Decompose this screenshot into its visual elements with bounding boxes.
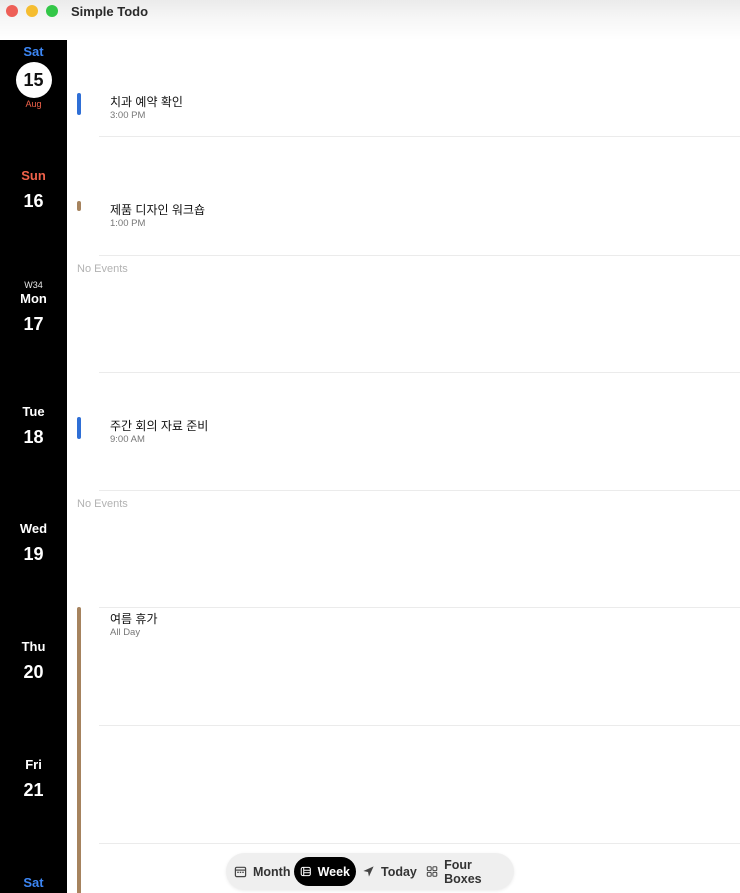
day-number: 17 [23,314,44,334]
tab-today[interactable]: Today [356,857,423,886]
event-time: 3:00 PM [110,110,146,121]
day-divider [99,607,740,608]
tab-today-label: Today [381,864,417,879]
today-date-circle: 15 [15,62,52,98]
day-divider [99,372,740,373]
event-color-bar [77,607,81,893]
day-sun-16[interactable]: Sun 16 [0,168,67,212]
view-switcher: Month Week Today Four Boxes [226,853,514,890]
day-divider [99,843,740,844]
day-divider [99,136,740,137]
event-title[interactable]: 치과 예약 확인 [110,93,183,110]
day-rail: Sat 15 Aug Sun 16 W34 Mon 17 Tue 18 Wed … [0,0,67,893]
event-title[interactable]: 여름 휴가 [110,610,158,627]
tab-week-label: Week [317,864,350,879]
day-number: 19 [23,544,44,564]
event-color-bar [77,93,81,115]
event-title[interactable]: 제품 디자인 워크숍 [110,201,205,218]
day-divider [99,725,740,726]
day-number: 21 [23,780,44,800]
day-number: 20 [23,662,44,682]
tab-four-boxes[interactable]: Four Boxes [420,857,514,886]
day-sat-15[interactable]: Sat 15 Aug [0,44,67,109]
close-window-button[interactable] [6,5,18,17]
event-title[interactable]: 주간 회의 자료 준비 [110,417,208,434]
weekday-label: Fri [25,757,42,772]
location-arrow-icon [363,866,374,877]
weekday-label: Sat [23,875,44,890]
event-color-bar [77,201,81,211]
event-time: 9:00 AM [110,434,145,445]
tab-month-label: Month [253,864,291,879]
day-number: 18 [23,427,44,447]
zoom-window-button[interactable] [46,5,58,17]
tab-week[interactable]: Week [294,857,356,886]
event-color-bar [77,417,81,439]
weekday-label: Sun [21,168,46,183]
event-time: 1:00 PM [110,218,146,229]
day-number: 16 [23,191,44,211]
no-events-label: No Events [77,263,128,275]
day-thu-20[interactable]: Thu 20 [0,639,67,683]
week-number-label: W34 [24,280,43,290]
weekday-label: Tue [22,404,45,419]
week-view-icon [300,866,311,877]
no-events-label: No Events [77,498,128,510]
event-time: All Day [110,627,141,638]
tab-month[interactable]: Month [228,857,296,886]
day-divider [99,490,740,491]
day-fri-21[interactable]: Fri 21 [0,757,67,801]
weekday-label: Sat [23,44,44,59]
day-wed-19[interactable]: Wed 19 [0,521,67,565]
weekday-label: Thu [21,639,46,654]
month-label: Aug [25,99,42,109]
weekday-label: Mon [20,291,47,306]
calendar-icon [234,866,247,878]
day-divider [99,255,740,256]
window-title: Simple Todo [71,4,149,19]
weekday-label: Wed [19,521,48,536]
day-tue-18[interactable]: Tue 18 [0,404,67,448]
title-bar: Simple Todo [0,0,740,40]
day-mon-17[interactable]: W34 Mon 17 [0,280,67,335]
week-event-list: 치과 예약 확인 3:00 PM 제품 디자인 워크숍 1:00 PM No E… [67,0,740,893]
day-sat-next[interactable]: Sat [0,875,67,891]
tab-four-boxes-label: Four Boxes [444,857,482,886]
minimize-window-button[interactable] [26,5,38,17]
four-boxes-icon [426,866,438,877]
app-window: Simple Todo Sat 15 Aug Sun 16 W34 Mon 17… [0,0,740,893]
